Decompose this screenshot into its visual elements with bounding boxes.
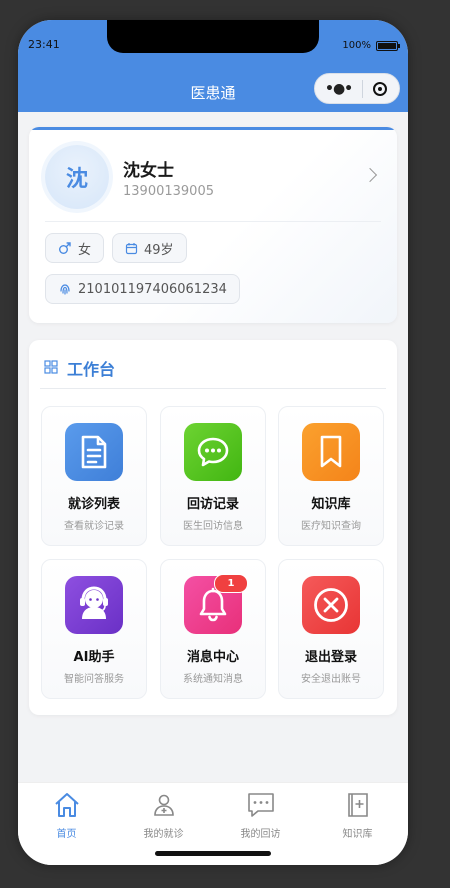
id-number-value: 210101197406061234 (78, 281, 227, 297)
tile-sub: 医生回访信息 (183, 521, 243, 532)
close-circle-icon (302, 576, 360, 634)
male-gender-icon (59, 242, 71, 254)
tile-visit-list[interactable]: 就诊列表 查看就诊记录 (41, 406, 147, 546)
grid-icon (44, 360, 58, 374)
workbench-card: 工作台 就诊列表 查看就诊记录 回访记录 医生回访信息 知识库 医疗知识查询 A… (29, 340, 397, 715)
status-time: 23:41 (28, 38, 60, 51)
profile-card[interactable]: 沈 沈女士 13900139005 女 49岁 2101011974060612… (29, 127, 397, 323)
message-icon (247, 793, 274, 817)
mini-program-capsule: •●• (314, 73, 400, 104)
tile-label: 回访记录 (186, 497, 239, 512)
tile-sub: 系统通知消息 (183, 674, 243, 685)
app-header: 23:41 100% 医患通 •●• (18, 20, 408, 112)
tab-knowledge[interactable]: 知识库 (309, 791, 406, 840)
unread-badge: 1 (214, 574, 248, 593)
home-indicator (155, 851, 271, 856)
tab-home[interactable]: 首页 (18, 791, 115, 840)
profile-phone: 13900139005 (123, 184, 214, 199)
profile-divider (45, 221, 381, 222)
close-target-icon[interactable] (373, 81, 387, 96)
tile-sub: 安全退出账号 (301, 674, 361, 685)
tab-label: 知识库 (342, 829, 373, 840)
tile-label: AI助手 (73, 650, 115, 665)
assistant-icon (65, 576, 123, 634)
more-icon[interactable]: •●• (325, 81, 353, 97)
tab-my-followups[interactable]: 我的回访 (212, 791, 309, 840)
home-icon (54, 793, 79, 817)
workbench-title: 工作台 (67, 360, 116, 379)
phone-screen: 23:41 100% 医患通 •●• 沈 沈女士 13900139005 女 4… (18, 20, 408, 865)
avatar: 沈 (45, 145, 109, 209)
tile-sub: 查看就诊记录 (64, 521, 124, 532)
device-notch (107, 20, 319, 53)
tile-label: 退出登录 (304, 650, 357, 665)
age-value: 49岁 (144, 242, 174, 258)
tile-followup-records[interactable]: 回访记录 医生回访信息 (160, 406, 266, 546)
tile-label: 消息中心 (186, 650, 239, 665)
doctor-icon (153, 794, 174, 816)
bookmark-icon (302, 423, 360, 481)
battery-text: 100% (342, 40, 371, 51)
profile-card-accent (29, 127, 397, 130)
profile-name: 沈女士 (123, 161, 174, 181)
tab-label: 我的就诊 (143, 829, 184, 840)
tile-message-center[interactable]: 1 消息中心 系统通知消息 (160, 559, 266, 699)
tile-label: 知识库 (311, 497, 351, 512)
tab-label: 首页 (56, 829, 77, 840)
tile-label: 就诊列表 (67, 497, 120, 512)
chat-icon (184, 423, 242, 481)
document-icon (65, 423, 123, 481)
status-battery: 100% (342, 40, 400, 51)
age-tag: 49岁 (112, 233, 187, 263)
capsule-divider (362, 79, 364, 98)
tile-ai-assistant[interactable]: AI助手 智能问答服务 (41, 559, 147, 699)
fingerprint-icon (60, 284, 70, 295)
tab-label: 我的回访 (240, 829, 281, 840)
id-tag: 210101197406061234 (45, 274, 240, 304)
tile-sub: 医疗知识查询 (301, 521, 361, 532)
tab-my-visits[interactable]: 我的就诊 (115, 791, 212, 840)
tile-sub: 智能问答服务 (64, 674, 124, 685)
battery-icon (376, 40, 400, 51)
calendar-icon (125, 242, 138, 254)
gender-tag: 女 (45, 233, 105, 263)
book-plus-icon (347, 793, 368, 817)
tile-logout[interactable]: 退出登录 安全退出账号 (278, 559, 384, 699)
chevron-right-icon[interactable] (362, 167, 378, 183)
tile-knowledge-base[interactable]: 知识库 医疗知识查询 (278, 406, 384, 546)
gender-value: 女 (78, 242, 92, 258)
workbench-divider (40, 388, 386, 389)
